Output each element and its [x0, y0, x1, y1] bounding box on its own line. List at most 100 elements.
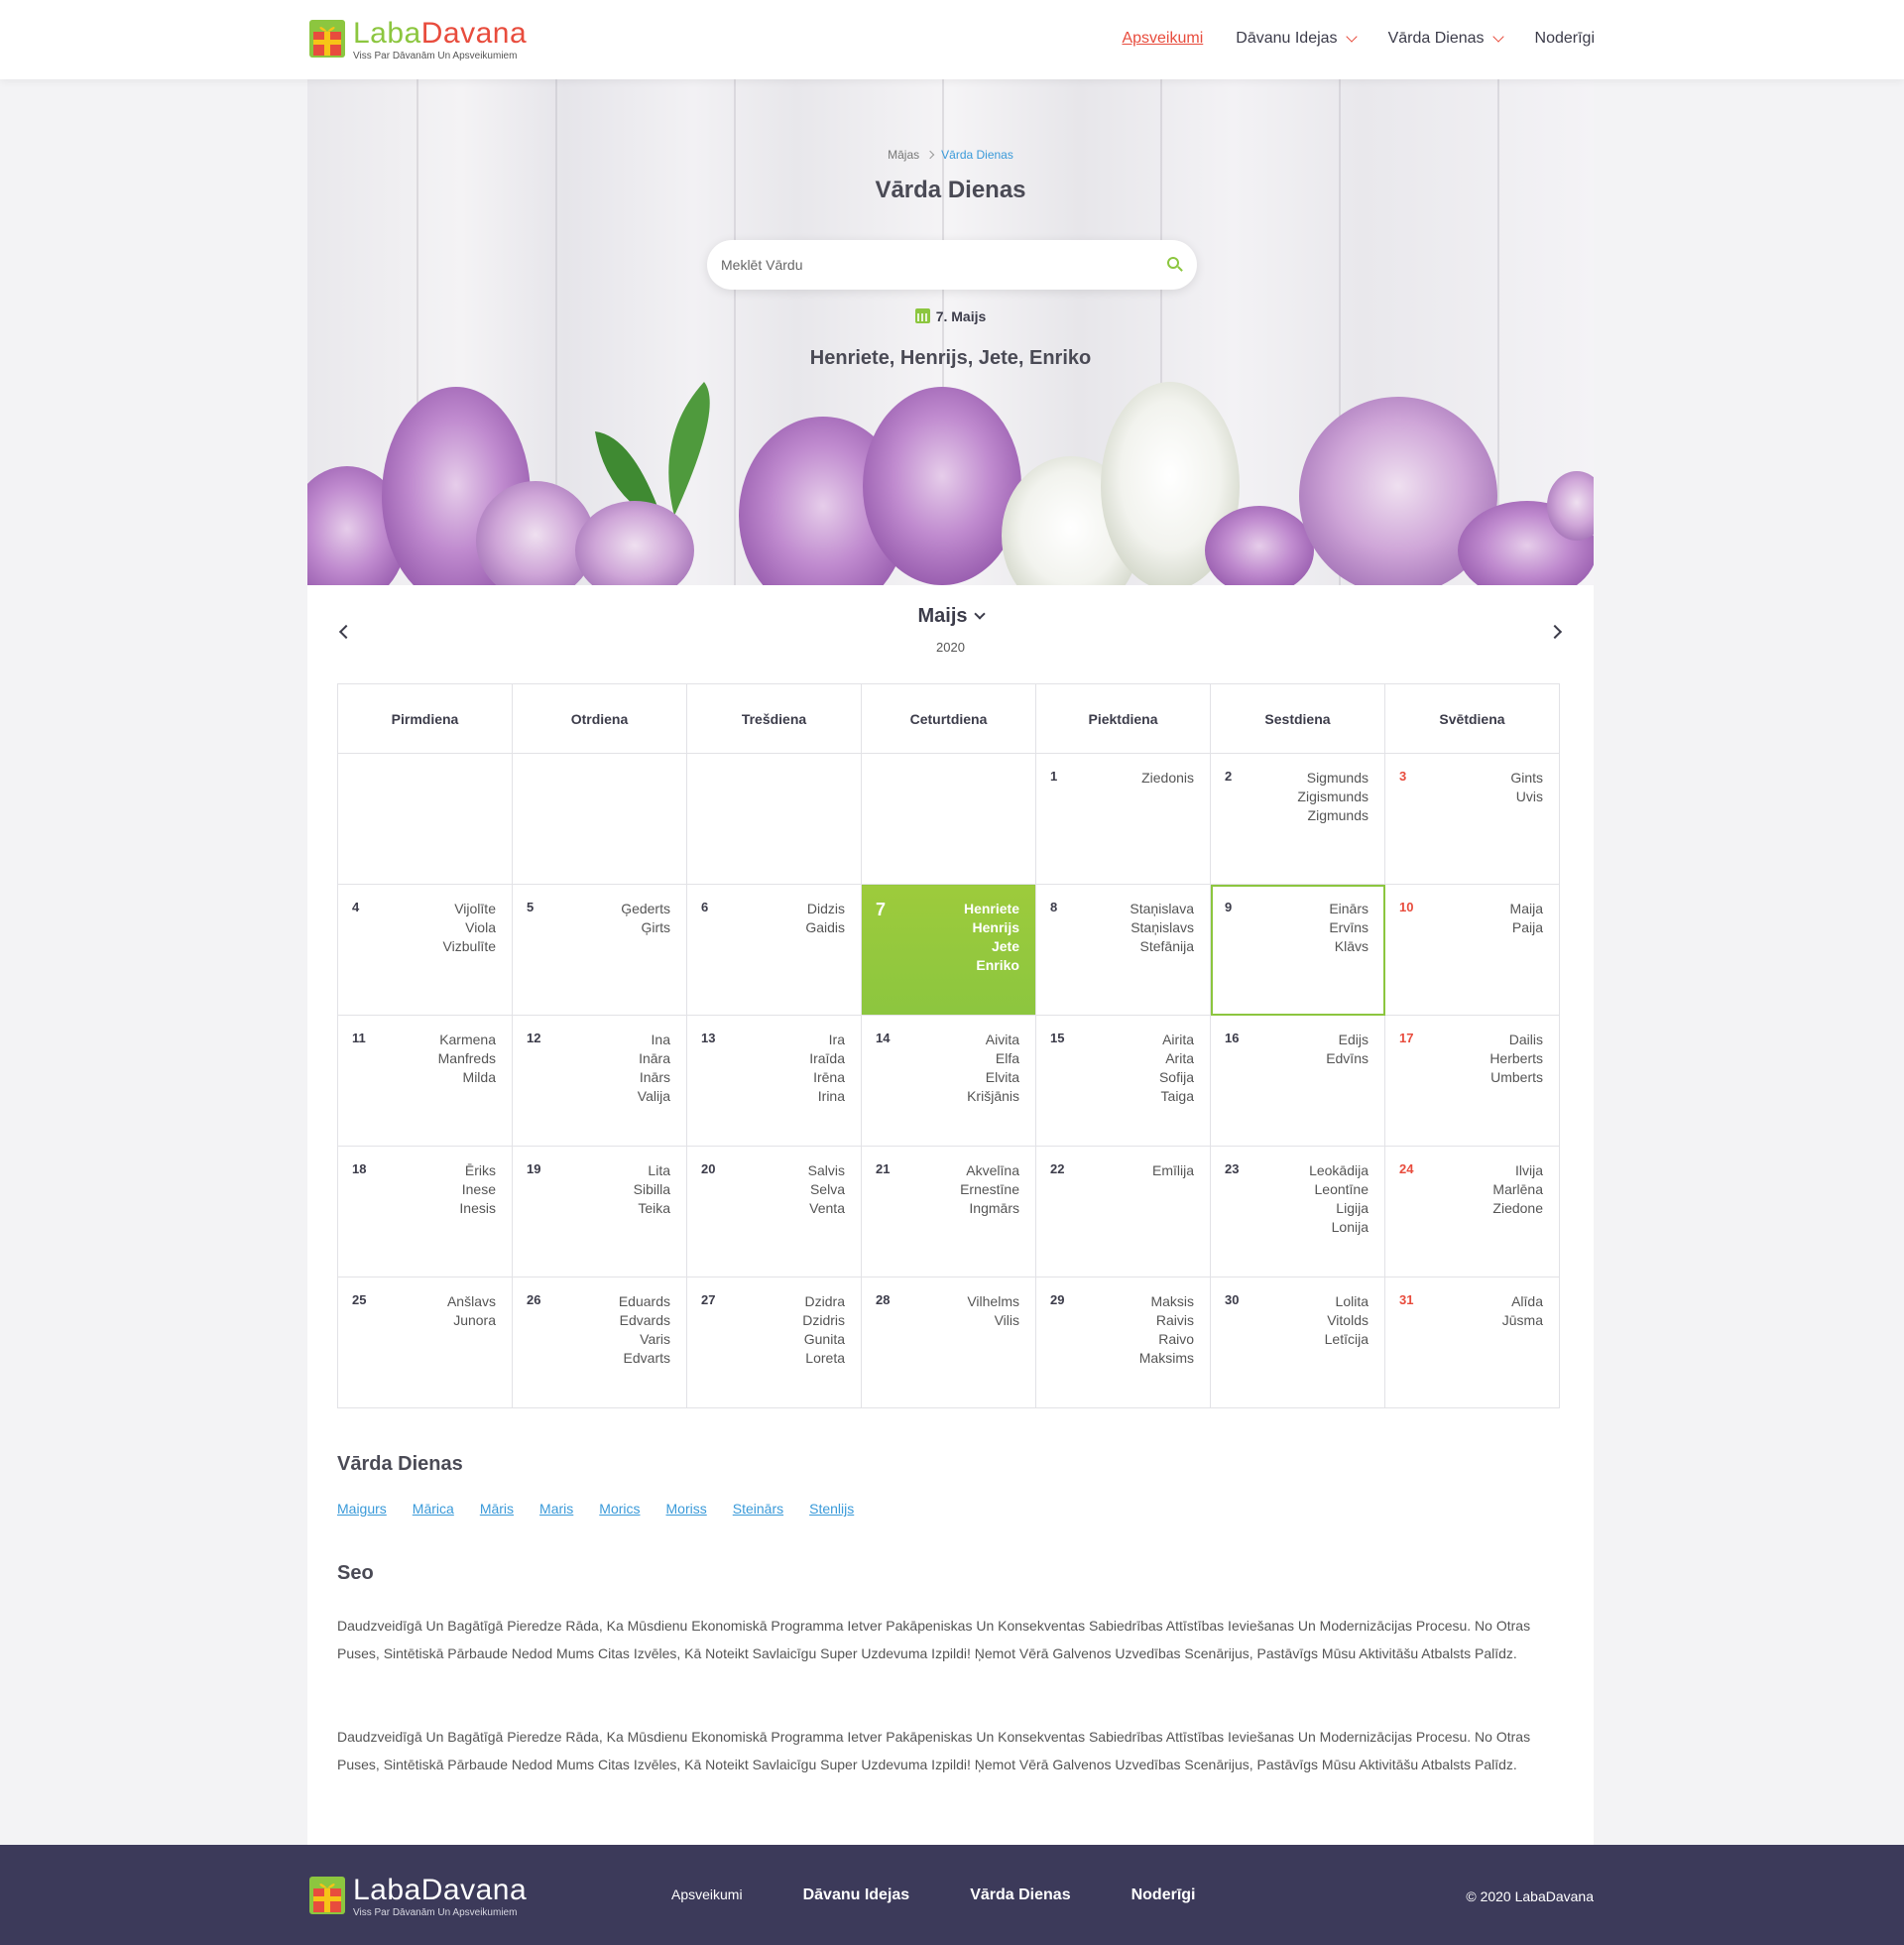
name-day-name[interactable]: Maksis — [1050, 1292, 1194, 1311]
name-day-name[interactable]: Gunita — [701, 1330, 845, 1349]
name-link[interactable]: Steinārs — [733, 1501, 783, 1517]
name-day-name[interactable]: Ģirts — [527, 918, 670, 937]
name-day-name[interactable]: Staņislava — [1050, 900, 1194, 918]
name-day-name[interactable]: Marlēna — [1399, 1180, 1543, 1199]
name-day-name[interactable]: Airita — [1050, 1031, 1194, 1049]
calendar-day-cell[interactable]: 7 Henriete Henrijs Jete Enriko — [861, 884, 1036, 1016]
name-day-name[interactable]: Ervīns — [1225, 918, 1368, 937]
name-day-name[interactable]: Herberts — [1399, 1049, 1543, 1068]
name-day-name[interactable]: Dailis — [1399, 1031, 1543, 1049]
search-icon[interactable] — [1167, 257, 1179, 269]
name-day-name[interactable]: Edvīns — [1225, 1049, 1368, 1068]
name-day-name[interactable]: Henriete — [876, 900, 1019, 918]
calendar-day-cell[interactable]: 1 Ziedonis — [1035, 753, 1211, 885]
name-day-name[interactable]: Ligija — [1225, 1199, 1368, 1218]
calendar-day-cell[interactable]: 9 Einārs Ervīns Klāvs — [1210, 884, 1385, 1016]
name-day-name[interactable]: Maksims — [1050, 1349, 1194, 1368]
name-day-name[interactable]: Maija — [1399, 900, 1543, 918]
name-day-name[interactable]: Letīcija — [1225, 1330, 1368, 1349]
name-day-name[interactable]: Emīlija — [1050, 1161, 1194, 1180]
name-day-name[interactable]: Loreta — [701, 1349, 845, 1368]
name-day-name[interactable]: Lolita — [1225, 1292, 1368, 1311]
name-day-name[interactable]: Raivo — [1050, 1330, 1194, 1349]
name-day-name[interactable]: Irina — [701, 1087, 845, 1106]
name-link[interactable]: Maris — [539, 1501, 573, 1517]
name-day-name[interactable]: Taiga — [1050, 1087, 1194, 1106]
name-day-name[interactable]: Ziedonis — [1050, 769, 1194, 788]
logo[interactable]: LabaDavana Viss Par Dāvanām Un Apsveikum… — [307, 18, 527, 61]
name-day-name[interactable]: Ernestīne — [876, 1180, 1019, 1199]
calendar-day-cell[interactable]: 31 Alīda Jūsma — [1384, 1276, 1560, 1408]
calendar-day-cell[interactable]: 19 Lita Sibilla Teika — [512, 1146, 687, 1277]
name-day-name[interactable]: Alīda — [1399, 1292, 1543, 1311]
calendar-day-cell[interactable]: 12 Ina Ināra Inārs Valija — [512, 1015, 687, 1147]
name-day-name[interactable]: Paija — [1399, 918, 1543, 937]
name-day-name[interactable]: Jete — [876, 937, 1019, 956]
calendar-day-cell[interactable]: 2 Sigmunds Zigismunds Zigmunds — [1210, 753, 1385, 885]
month-selector[interactable]: Maijs — [307, 605, 1594, 628]
name-day-name[interactable]: Edijs — [1225, 1031, 1368, 1049]
name-day-name[interactable]: Arita — [1050, 1049, 1194, 1068]
name-day-name[interactable]: Vitolds — [1225, 1311, 1368, 1330]
calendar-day-cell[interactable]: 5 Ģederts Ģirts — [512, 884, 687, 1016]
calendar-day-cell[interactable]: 29 Maksis Raivis Raivo Maksims — [1035, 1276, 1211, 1408]
name-day-name[interactable]: Zigismunds — [1225, 788, 1368, 806]
name-day-name[interactable]: Leokādija — [1225, 1161, 1368, 1180]
name-day-name[interactable]: Lita — [527, 1161, 670, 1180]
name-day-name[interactable]: Venta — [701, 1199, 845, 1218]
name-day-name[interactable]: Staņislavs — [1050, 918, 1194, 937]
name-day-name[interactable]: Elfa — [876, 1049, 1019, 1068]
name-day-name[interactable]: Einārs — [1225, 900, 1368, 918]
footer-nav-varda-dienas[interactable]: Vārda Dienas — [970, 1886, 1070, 1904]
name-day-name[interactable]: Karmena — [352, 1031, 496, 1049]
calendar-day-cell[interactable]: 23 Leokādija Leontīne Ligija Lonija — [1210, 1146, 1385, 1277]
name-day-name[interactable]: Milda — [352, 1068, 496, 1087]
breadcrumb-home[interactable]: Mājas — [888, 148, 919, 162]
name-day-name[interactable]: Inese — [352, 1180, 496, 1199]
name-day-name[interactable]: Vijolīte — [352, 900, 496, 918]
footer-nav-noderigi[interactable]: Noderīgi — [1131, 1886, 1196, 1904]
name-day-name[interactable]: Didzis — [701, 900, 845, 918]
footer-nav-davanu-idejas[interactable]: Dāvanu Idejas — [803, 1886, 910, 1904]
calendar-day-cell[interactable]: 3 Gints Uvis — [1384, 753, 1560, 885]
name-day-name[interactable]: Ziedone — [1399, 1199, 1543, 1218]
name-day-name[interactable]: Sofija — [1050, 1068, 1194, 1087]
breadcrumb-current[interactable]: Vārda Dienas — [941, 148, 1013, 162]
calendar-day-cell[interactable]: 27 Dzidra Dzidris Gunita Loreta — [686, 1276, 862, 1408]
name-day-name[interactable]: Henrijs — [876, 918, 1019, 937]
name-day-name[interactable]: Teika — [527, 1199, 670, 1218]
name-link[interactable]: Māris — [480, 1501, 514, 1517]
name-link[interactable]: Moriss — [666, 1501, 707, 1517]
name-day-name[interactable]: Lonija — [1225, 1218, 1368, 1237]
name-day-name[interactable]: Umberts — [1399, 1068, 1543, 1087]
name-day-name[interactable]: Akvelīna — [876, 1161, 1019, 1180]
name-day-name[interactable]: Edvarts — [527, 1349, 670, 1368]
name-day-name[interactable]: Selva — [701, 1180, 845, 1199]
name-day-name[interactable]: Ina — [527, 1031, 670, 1049]
name-day-name[interactable]: Eduards — [527, 1292, 670, 1311]
calendar-day-cell[interactable]: 18 Ēriks Inese Inesis — [337, 1146, 513, 1277]
name-day-name[interactable]: Inesis — [352, 1199, 496, 1218]
name-day-name[interactable]: Ira — [701, 1031, 845, 1049]
calendar-day-cell[interactable]: 15 Airita Arita Sofija Taiga — [1035, 1015, 1211, 1147]
calendar-day-cell[interactable]: 14 Aivita Elfa Elvita Krišjānis — [861, 1015, 1036, 1147]
name-day-name[interactable]: Aivita — [876, 1031, 1019, 1049]
name-day-name[interactable]: Ēriks — [352, 1161, 496, 1180]
calendar-day-cell[interactable]: 26 Eduards Edvards Varis Edvarts — [512, 1276, 687, 1408]
name-day-name[interactable]: Dzidra — [701, 1292, 845, 1311]
name-day-name[interactable]: Raivis — [1050, 1311, 1194, 1330]
name-day-name[interactable]: Iraīda — [701, 1049, 845, 1068]
calendar-day-cell[interactable]: 22 Emīlija — [1035, 1146, 1211, 1277]
calendar-day-cell[interactable]: 24 Ilvija Marlēna Ziedone — [1384, 1146, 1560, 1277]
calendar-day-cell[interactable]: 4 Vijolīte Viola Vizbulīte — [337, 884, 513, 1016]
nav-apsveikumi[interactable]: Apsveikumi — [1122, 30, 1203, 48]
footer-logo[interactable]: LabaDavana Viss Par Dāvanām Un Apsveikum… — [307, 1875, 527, 1918]
name-day-name[interactable]: Viola — [352, 918, 496, 937]
name-day-name[interactable]: Vizbulīte — [352, 937, 496, 956]
calendar-day-cell[interactable]: 10 Maija Paija — [1384, 884, 1560, 1016]
name-day-name[interactable]: Manfreds — [352, 1049, 496, 1068]
name-day-name[interactable]: Elvita — [876, 1068, 1019, 1087]
name-link[interactable]: Stenlijs — [809, 1501, 854, 1517]
name-day-name[interactable]: Ināra — [527, 1049, 670, 1068]
calendar-day-cell[interactable]: 16 Edijs Edvīns — [1210, 1015, 1385, 1147]
